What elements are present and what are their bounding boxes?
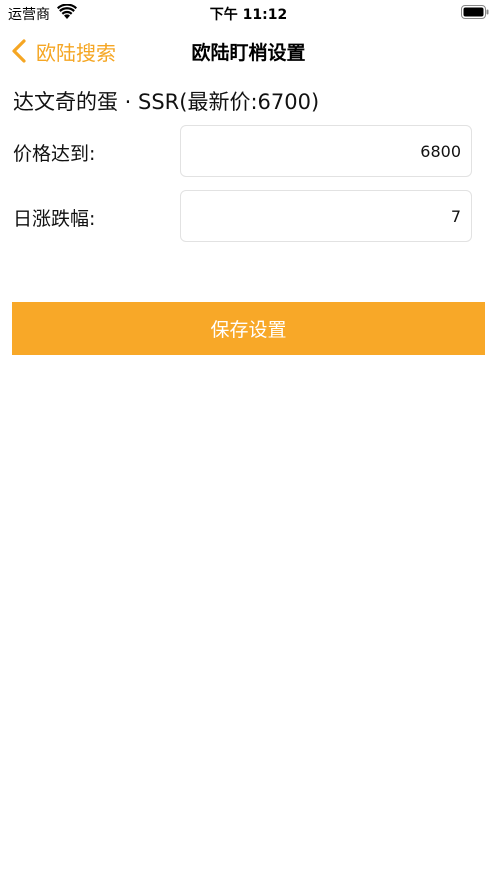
- status-time: 下午 11:12: [209, 7, 288, 23]
- price-row: 价格达到:: [0, 125, 497, 179]
- item-title: 达文奇的蛋 · SSR(最新价:6700): [13, 90, 320, 114]
- navigation-bar: 欧陆搜索 欧陆盯梢设置: [0, 26, 497, 76]
- save-settings-button[interactable]: 保存设置: [12, 302, 485, 355]
- daily-change-row: 日涨跌幅:: [0, 190, 497, 244]
- daily-change-label: 日涨跌幅:: [13, 208, 96, 230]
- price-label: 价格达到:: [13, 143, 96, 165]
- status-bar: 运营商 下午 11:12: [0, 0, 497, 26]
- page-title: 欧陆盯梢设置: [191, 42, 306, 64]
- daily-change-input[interactable]: [180, 190, 472, 242]
- price-input[interactable]: [180, 125, 472, 177]
- battery-icon: [461, 5, 489, 19]
